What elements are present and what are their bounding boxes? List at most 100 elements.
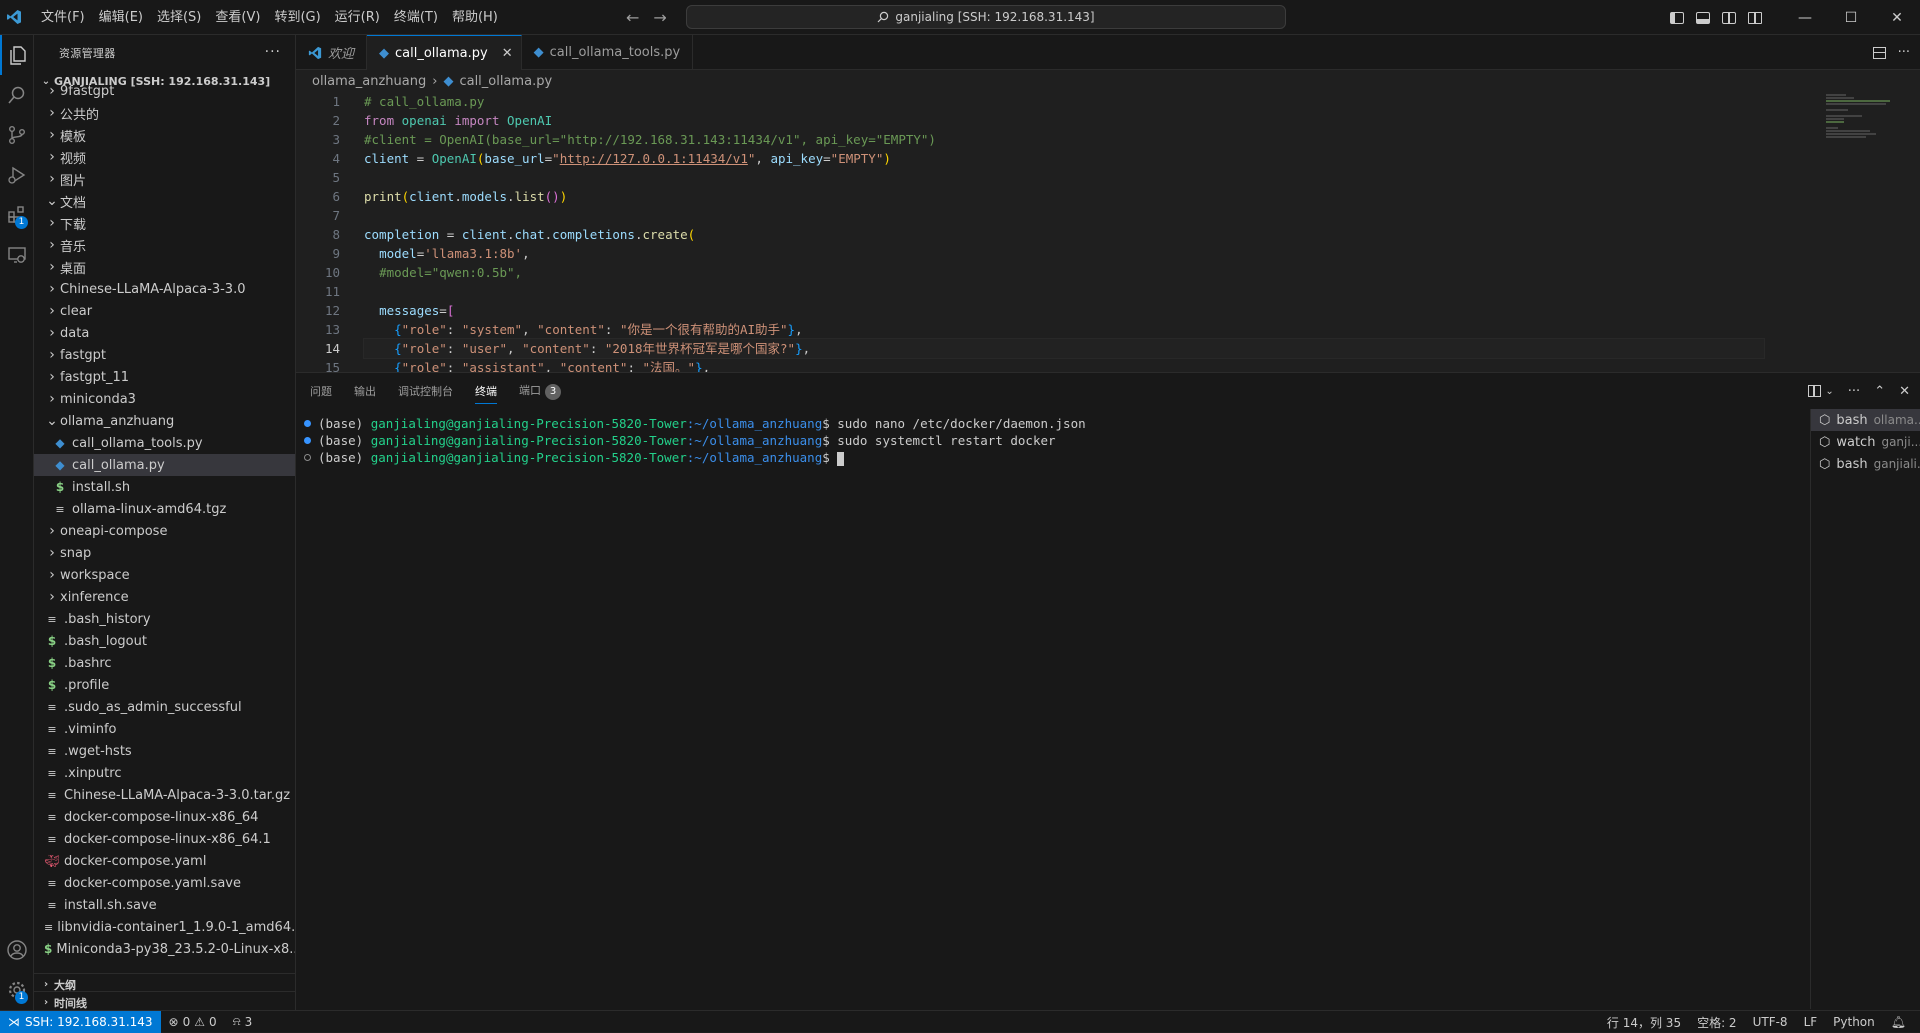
menu-item[interactable]: 选择(S) — [150, 0, 208, 35]
tab-debug-console[interactable]: 调试控制台 — [398, 383, 453, 399]
tree-folder[interactable]: › 图片 — [34, 168, 295, 190]
remote-explorer-icon[interactable] — [0, 235, 34, 275]
tab-terminal[interactable]: 终端 — [475, 383, 497, 404]
menu-item[interactable]: 查看(V) — [208, 0, 267, 35]
split-terminal-icon[interactable] — [1808, 385, 1822, 397]
menu-item[interactable]: 终端(T) — [387, 0, 445, 35]
tree-folder[interactable]: › 模板 — [34, 124, 295, 146]
problems-indicator[interactable]: ⊗ 0 ⚠ 0 — [161, 1015, 225, 1029]
line-ending[interactable]: LF — [1796, 1015, 1826, 1029]
tree-file[interactable]: $ .profile — [34, 674, 295, 696]
tree-file[interactable]: ≡ .xinputrc — [34, 762, 295, 784]
remote-indicator[interactable]: ⋊ SSH: 192.168.31.143 — [0, 1010, 161, 1033]
customize-layout-icon[interactable] — [1748, 11, 1762, 24]
close-window-button[interactable]: ✕ — [1874, 0, 1920, 35]
tree-file[interactable]: ≡ install.sh.save — [34, 894, 295, 916]
tree-file[interactable]: ◆ call_ollama_tools.py — [34, 432, 295, 454]
more-actions-icon[interactable]: ··· — [1898, 45, 1910, 60]
minimize-button[interactable]: — — [1782, 0, 1828, 35]
code-editor[interactable]: 1 2 3 4 5 6 7 8 9 10 11 12 13 14 15 # call_ollama.py f… — [296, 92, 1920, 372]
search-icon[interactable] — [0, 75, 34, 115]
tab-welcome[interactable]: 欢迎 — [296, 35, 368, 70]
tree-file[interactable]: $ Miniconda3-py38_23.5.2-0-Linux-x8... — [34, 938, 295, 960]
run-debug-icon[interactable] — [0, 155, 34, 195]
tab-call-ollama-tools[interactable]: ◆ call_ollama_tools.py — [522, 35, 694, 70]
tree-folder[interactable]: ⌄ 文档 — [34, 190, 295, 212]
accounts-icon[interactable] — [0, 930, 34, 970]
settings-gear-icon[interactable]: 1 — [0, 970, 34, 1010]
tree-folder[interactable]: › 视频 — [34, 146, 295, 168]
maximize-panel-icon[interactable]: ⌃ — [1874, 384, 1885, 399]
tab-problems[interactable]: 问题 — [310, 383, 332, 399]
tree-file[interactable]: ◆ call_ollama.py — [34, 454, 295, 476]
breadcrumb-file[interactable]: call_ollama.py — [459, 74, 552, 89]
split-editor-icon[interactable] — [1872, 46, 1886, 59]
tree-file[interactable]: ≡ docker-compose-linux-x86_64.1 — [34, 828, 295, 850]
tree-folder[interactable]: › snap — [34, 542, 295, 564]
tree-folder[interactable]: › workspace — [34, 564, 295, 586]
close-panel-icon[interactable]: ✕ — [1899, 384, 1910, 399]
toggle-secondary-sidebar-icon[interactable] — [1722, 11, 1736, 24]
tree-file[interactable]: ≡ .bash_history — [34, 608, 295, 630]
terminal-instance[interactable]: ⬡ bash ganjiali... — [1811, 453, 1920, 475]
toggle-panel-icon[interactable] — [1696, 11, 1710, 24]
indentation[interactable]: 空格: 2 — [1689, 1014, 1745, 1031]
tree-folder[interactable]: › fastgpt_11 — [34, 366, 295, 388]
menu-item[interactable]: 转到(G) — [267, 0, 327, 35]
tree-file[interactable]: $ .bash_logout — [34, 630, 295, 652]
back-arrow-icon[interactable]: ← — [626, 8, 639, 27]
command-status-icon[interactable] — [304, 454, 311, 461]
code-content[interactable]: # call_ollama.py from openai import Open… — [363, 92, 1765, 372]
tree-folder[interactable]: › xinference — [34, 586, 295, 608]
extensions-icon[interactable]: 1 — [0, 195, 34, 235]
tree-file[interactable]: $ install.sh — [34, 476, 295, 498]
forward-arrow-icon[interactable]: → — [653, 8, 666, 27]
tree-file[interactable]: ≡ docker-compose.yaml.save — [34, 872, 295, 894]
breadcrumb-folder[interactable]: ollama_anzhuang — [312, 74, 426, 89]
tree-folder[interactable]: › 9fastgpt — [34, 80, 295, 102]
close-icon[interactable]: ✕ — [502, 46, 513, 61]
chevron-down-icon[interactable]: ⌄ — [1825, 386, 1833, 397]
terminal-instance[interactable]: ⬡ watch ganji... — [1811, 431, 1920, 453]
timeline-section[interactable]: › 时间线 — [34, 991, 295, 1010]
tree-file[interactable]: ≡ .viminfo — [34, 718, 295, 740]
tree-file[interactable]: ≡ docker-compose-linux-x86_64 — [34, 806, 295, 828]
ports-indicator[interactable]: ⍾ 3 — [225, 1014, 261, 1029]
cursor-position[interactable]: 行 14，列 35 — [1599, 1014, 1689, 1031]
tree-folder[interactable]: ⌄ ollama_anzhuang — [34, 410, 295, 432]
tree-folder[interactable]: › Chinese-LLaMA-Alpaca-3-3.0 — [34, 278, 295, 300]
tree-folder[interactable]: › clear — [34, 300, 295, 322]
tree-folder[interactable]: › 下载 — [34, 212, 295, 234]
terminal-output[interactable]: (base) ganjialing@ganjialing-Precision-5… — [296, 415, 1786, 1005]
maximize-button[interactable]: ☐ — [1828, 0, 1874, 35]
encoding[interactable]: UTF-8 — [1745, 1015, 1796, 1029]
tree-file[interactable]: $ .bashrc — [34, 652, 295, 674]
more-actions-icon[interactable]: ··· — [1848, 384, 1860, 399]
menu-item[interactable]: 帮助(H) — [445, 0, 505, 35]
explorer-icon[interactable] — [0, 35, 34, 75]
tree-file[interactable]: ≡ ollama-linux-amd64.tgz — [34, 498, 295, 520]
tree-file[interactable]: ≡ .sudo_as_admin_successful — [34, 696, 295, 718]
command-center[interactable]: ganjialing [SSH: 192.168.31.143] — [686, 5, 1286, 29]
toggle-primary-sidebar-icon[interactable] — [1670, 11, 1684, 24]
tree-file[interactable]: ≡ .wget-hsts — [34, 740, 295, 762]
menu-item[interactable]: 文件(F) — [34, 0, 92, 35]
tree-folder[interactable]: › data — [34, 322, 295, 344]
tree-folder[interactable]: › oneapi-compose — [34, 520, 295, 542]
tree-folder[interactable]: › 桌面 — [34, 256, 295, 278]
menu-item[interactable]: 编辑(E) — [92, 0, 150, 35]
tree-file[interactable]: ≡ Chinese-LLaMA-Alpaca-3-3.0.tar.gz — [34, 784, 295, 806]
terminal-instance[interactable]: ⬡ bash ollama... — [1811, 409, 1920, 431]
tree-folder[interactable]: › fastgpt — [34, 344, 295, 366]
tree-file[interactable]: ≡ libnvidia-container1_1.9.0-1_amd64.... — [34, 916, 295, 938]
notifications-bell-icon[interactable]: 🔔︎ — [1883, 1015, 1914, 1029]
tab-output[interactable]: 输出 — [354, 383, 376, 399]
minimap[interactable] — [1826, 92, 1906, 372]
tab-call-ollama[interactable]: ◆ call_ollama.py ✕ — [367, 35, 522, 70]
tree-file[interactable]: 🐳︎ docker-compose.yaml — [34, 850, 295, 872]
source-control-icon[interactable] — [0, 115, 34, 155]
more-actions-icon[interactable]: ··· — [265, 44, 281, 60]
menu-item[interactable]: 运行(R) — [328, 0, 387, 35]
tree-folder[interactable]: › 公共的 — [34, 102, 295, 124]
command-status-icon[interactable] — [304, 420, 311, 427]
